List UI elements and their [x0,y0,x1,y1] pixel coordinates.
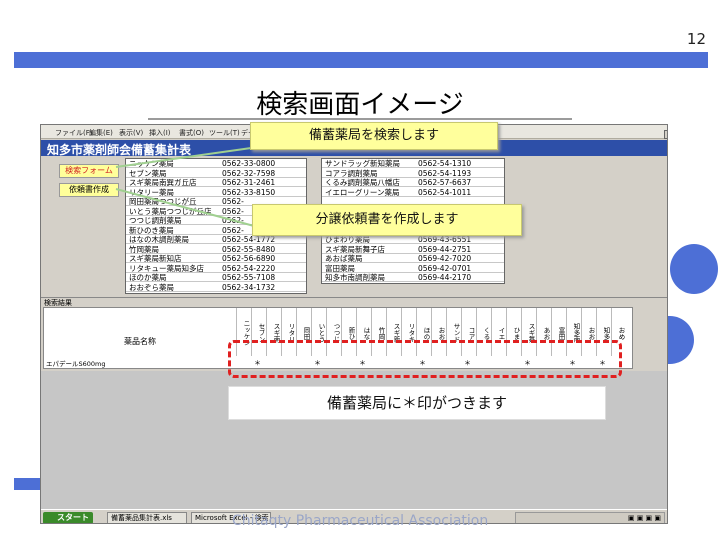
results-label: 検索結果 [41,297,667,307]
list-item[interactable]: リタキュー薬局知多店 0562-54-2220 [126,264,306,273]
highlight-marks-box [228,340,622,378]
system-tray: ▣ ▣ ▣ ▣ [515,512,665,523]
callout-document: 分譲依頼書を作成します [252,204,522,236]
taskbar-item-1[interactable]: 備蓄薬品集計表.xls [107,512,187,523]
list-item[interactable]: イエローグリーン薬局 0562-54-1011 [322,188,504,197]
list-item[interactable]: 富田薬局 0569-42-0701 [322,264,504,273]
title-underline [148,118,572,120]
slide-footer: Chitaqty Pharmaceutical Association [232,513,489,529]
callout-search: 備蓄薬局を検索します [250,122,498,150]
list-item[interactable]: 知多市南調剤薬局 0569-44-2170 [322,273,504,282]
menu-insert[interactable]: 挿入(I) [149,128,171,138]
create-request-button[interactable]: 依頼書作成 [59,183,119,197]
list-item[interactable]: おおぞら薬局 0562-34-1732 [126,283,306,292]
list-item[interactable]: ひまわり薬局 0569-43-6551 [322,235,504,244]
list-item[interactable]: スギ薬局新舞子店 0569-44-2751 [322,245,504,254]
deco-circle-2 [668,316,694,364]
slide-top-bar [14,52,708,68]
menu-format[interactable]: 書式(O) [179,128,204,138]
list-item[interactable]: 竹岡薬局 0562-55-8480 [126,245,306,254]
list-item[interactable]: コアラ調剤薬局 0562-54-1193 [322,169,504,178]
callout-mark: 備蓄薬局に＊印がつきます [228,386,606,420]
list-item[interactable]: はなの木調剤薬局 0562-54-1772 [126,235,306,244]
slide-number: 12 [686,30,706,48]
list-item[interactable]: スギ薬局南巽ガ丘店 0562-31-2461 [126,178,306,187]
list-item[interactable]: くるみ調剤薬局八幡店 0562-57-6637 [322,178,504,187]
start-button[interactable]: スタート [43,512,93,523]
menu-edit[interactable]: 編集(E) [89,128,113,138]
app-window: ファイル(F) 編集(E) 表示(V) 挿入(I) 書式(O) ツール(T) デ… [40,124,668,524]
close-icon[interactable]: × [664,130,667,139]
menu-view[interactable]: 表示(V) [119,128,143,138]
left-panel: 検索フォーム 依頼書作成 [41,156,123,296]
drug-name-header: 薬品名称 [124,337,156,346]
list-item[interactable]: セブン薬局 0562-32-7598 [126,169,306,178]
deco-bar [14,478,40,490]
list-item[interactable]: スギ薬局新知店 0562-56-6890 [126,254,306,263]
list-item[interactable]: リタリー薬局 0562-33-8150 [126,188,306,197]
list-item[interactable]: あおば薬局 0569-42-7020 [322,254,504,263]
drug-row-label: エパデールS600mg [46,360,106,368]
deco-circle-1 [670,244,718,294]
list-item[interactable]: サンドラッグ新知薬局 0562-54-1310 [322,159,504,168]
menu-file[interactable]: ファイル(F) [55,128,93,138]
slide-title: 検索画面イメージ [256,90,464,120]
menu-tools[interactable]: ツール(T) [209,128,240,138]
search-form-button[interactable]: 検索フォーム [59,164,119,178]
list-item[interactable]: ほのか薬局 0562-55-7108 [126,273,306,282]
